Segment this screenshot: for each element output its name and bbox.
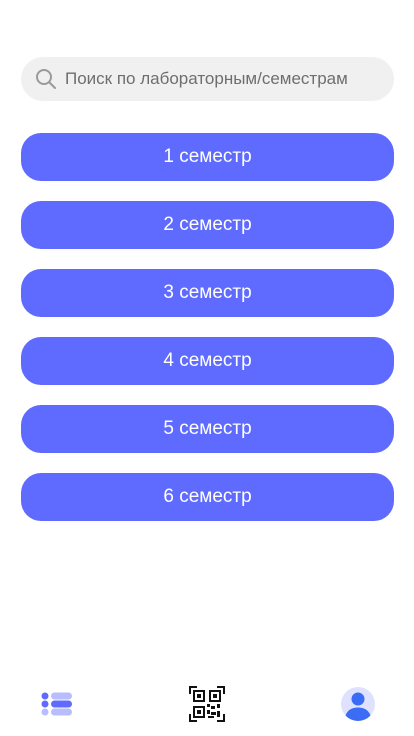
search-icon <box>35 68 57 90</box>
nav-profile-button[interactable] <box>340 686 376 722</box>
search-bar[interactable]: Поиск по лабораторным/семестрам <box>21 57 394 101</box>
semester-button-2[interactable]: 2 семестр <box>21 201 394 249</box>
bottom-navigation <box>0 680 414 730</box>
search-input[interactable]: Поиск по лабораторным/семестрам <box>65 57 348 101</box>
qr-code-icon <box>189 686 225 726</box>
list-icon <box>39 692 75 726</box>
semester-button-1[interactable]: 1 семестр <box>21 133 394 181</box>
semester-button-3[interactable]: 3 семестр <box>21 269 394 317</box>
semester-button-5[interactable]: 5 семестр <box>21 405 394 453</box>
nav-list-button[interactable] <box>39 686 75 722</box>
profile-icon <box>340 687 376 726</box>
semester-list: 1 семестр 2 семестр 3 семестр 4 семестр … <box>21 133 394 541</box>
semester-button-6[interactable]: 6 семестр <box>21 473 394 521</box>
nav-qr-button[interactable] <box>189 686 225 722</box>
semester-button-4[interactable]: 4 семестр <box>21 337 394 385</box>
